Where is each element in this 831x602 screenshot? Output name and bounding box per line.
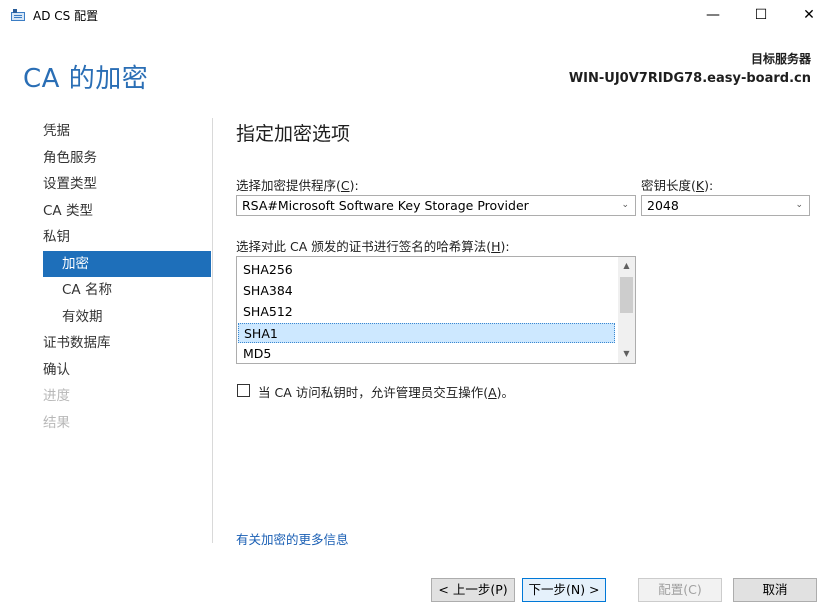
list-item[interactable]: SHA512 xyxy=(243,302,293,322)
next-button[interactable]: 下一步(N) > xyxy=(522,578,606,602)
key-length-select[interactable]: 2048 ⌄ xyxy=(641,195,810,216)
close-button[interactable]: ✕ xyxy=(786,0,831,30)
server-manager-icon xyxy=(10,7,26,21)
sidebar-item[interactable]: 私钥 xyxy=(43,224,211,250)
maximize-button[interactable]: ☐ xyxy=(738,0,784,30)
window-title: AD CS 配置 xyxy=(33,9,99,23)
target-server-value: WIN-UJ0V7RIDG78.easy-board.cn xyxy=(568,71,811,86)
chevron-down-icon: ⌄ xyxy=(795,200,803,210)
sidebar-item: 结果 xyxy=(43,414,70,431)
maximize-icon: ☐ xyxy=(754,7,768,23)
key-length-label: 密钥长度(K): xyxy=(641,178,714,193)
page-title: CA 的加密 xyxy=(23,64,149,94)
back-button[interactable]: < 上一步(P) xyxy=(431,578,515,602)
cancel-button[interactable]: 取消 xyxy=(733,578,817,602)
sidebar-item[interactable]: CA 类型 xyxy=(43,198,211,224)
section-title: 指定加密选项 xyxy=(236,123,351,145)
list-item[interactable]: SHA256 xyxy=(243,260,293,280)
key-length-value: 2048 xyxy=(647,198,679,213)
sidebar-item[interactable]: 凭据 xyxy=(43,118,211,144)
allow-admin-interaction-label[interactable]: 当 CA 访问私钥时，允许管理员交互操作(A)。 xyxy=(258,382,514,401)
list-scrollbar[interactable]: ▲ ▼ xyxy=(618,257,635,363)
scroll-thumb[interactable] xyxy=(620,277,633,313)
more-info-link[interactable]: 有关加密的更多信息 xyxy=(236,529,349,548)
sidebar-item[interactable]: 设置类型 xyxy=(43,171,211,197)
sidebar-item: 进度 xyxy=(43,388,70,404)
scroll-up-icon[interactable]: ▲ xyxy=(618,257,635,275)
sidebar-item[interactable]: CA 名称 xyxy=(43,277,211,303)
list-item[interactable]: SHA1 xyxy=(238,323,615,343)
sidebar-item[interactable]: 加密 xyxy=(43,250,211,277)
configure-button[interactable]: 配置(C) xyxy=(638,578,722,602)
allow-admin-interaction-checkbox[interactable] xyxy=(237,384,250,397)
scroll-down-icon[interactable]: ▼ xyxy=(618,345,635,363)
provider-select[interactable]: RSA#Microsoft Software Key Storage Provi… xyxy=(236,195,636,216)
target-server-label: 目标服务器 xyxy=(750,52,811,66)
provider-label: 选择加密提供程序(C): xyxy=(236,178,359,193)
minimize-button[interactable]: — xyxy=(690,0,736,30)
list-item[interactable]: MD5 xyxy=(243,344,271,363)
minimize-icon: — xyxy=(706,7,720,23)
sidebar-divider xyxy=(212,118,213,543)
sidebar-item[interactable]: 角色服务 xyxy=(43,145,211,171)
provider-value: RSA#Microsoft Software Key Storage Provi… xyxy=(242,198,529,213)
sidebar-item[interactable]: 有效期 xyxy=(43,304,211,330)
sidebar-item[interactable]: 证书数据库 xyxy=(43,330,211,356)
list-item[interactable]: SHA384 xyxy=(243,281,293,301)
hash-algorithm-list[interactable]: ▲ ▼ SHA256 SHA384 SHA512 SHA1 MD5 xyxy=(236,256,636,364)
sidebar-item[interactable]: 确认 xyxy=(43,357,211,383)
chevron-down-icon: ⌄ xyxy=(621,200,629,210)
hash-label: 选择对此 CA 颁发的证书进行签名的哈希算法(H): xyxy=(236,239,510,254)
close-icon: ✕ xyxy=(803,7,815,23)
